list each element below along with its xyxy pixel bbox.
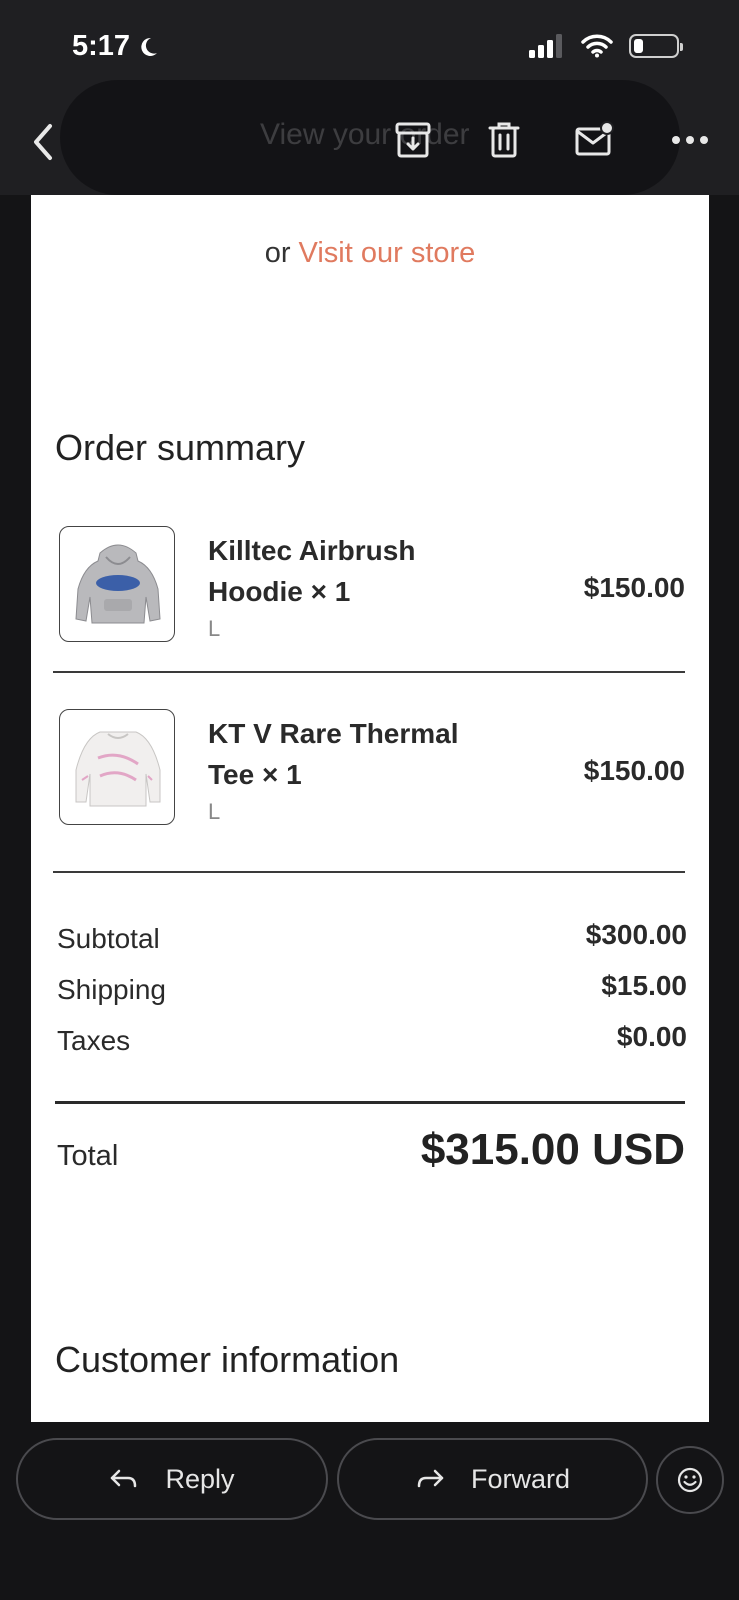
email-subject-faded: View your order: [260, 118, 470, 151]
subtotal-row: Subtotal $300.00: [57, 919, 687, 963]
divider: [55, 1101, 685, 1104]
status-time: 5:17: [72, 30, 160, 63]
order-summary-title: Order summary: [55, 427, 306, 468]
more-options-icon[interactable]: [670, 128, 710, 152]
order-item: Killtec Airbrush Hoodie × 1 L $150.00: [55, 526, 685, 646]
subtotal-value: $300.00: [585, 919, 687, 950]
item-variant: L: [208, 616, 221, 641]
back-button[interactable]: [28, 120, 58, 164]
archive-icon[interactable]: [393, 120, 433, 160]
total-value: $315.00 USD: [420, 1125, 685, 1174]
mark-unread-icon[interactable]: [574, 120, 614, 160]
shipping-value: $15.00: [601, 970, 687, 1001]
subtotal-label: Subtotal: [57, 923, 160, 954]
reply-icon: [111, 1469, 137, 1488]
signal-icon: [529, 34, 562, 58]
item-variant: L: [208, 799, 221, 824]
top-bar: 5:17 View your order: [0, 0, 739, 195]
taxes-row: Taxes $0.00: [57, 1021, 687, 1065]
divider: [53, 871, 685, 873]
visit-store-link[interactable]: Visit our store: [299, 237, 476, 269]
moon-icon: [141, 37, 158, 56]
thermal-tee-thumbnail: [59, 709, 175, 825]
battery-icon: [629, 34, 683, 58]
taxes-label: Taxes: [57, 1025, 131, 1056]
forward-label: Forward: [470, 1463, 571, 1494]
wifi-icon: [581, 34, 613, 58]
reply-button[interactable]: Reply: [16, 1438, 328, 1520]
shipping-row: Shipping $15.00: [57, 970, 687, 1014]
visit-store-line: or Visit our store: [31, 237, 709, 270]
order-item: KT V Rare Thermal Tee × 1 L $150.00: [55, 709, 685, 829]
email-content: or Visit our store Order summary Killtec…: [31, 195, 709, 1422]
total-label: Total: [57, 1140, 119, 1172]
hoodie-thumbnail: [59, 526, 175, 642]
item-price: $150.00: [583, 755, 685, 786]
taxes-value: $0.00: [616, 1021, 687, 1052]
visit-prefix: or: [264, 237, 291, 269]
forward-button[interactable]: Forward: [337, 1438, 648, 1520]
item-name: KT V Rare Thermal Tee × 1: [208, 718, 459, 790]
customer-information-title: Customer information: [55, 1339, 400, 1380]
divider: [53, 671, 685, 673]
smiley-icon: [677, 1467, 703, 1493]
item-price: $150.00: [583, 572, 685, 603]
status-time-text: 5:17: [72, 30, 131, 62]
status-indicators: [529, 34, 683, 58]
reply-label: Reply: [165, 1463, 235, 1494]
forward-icon: [417, 1469, 444, 1488]
emoji-reaction-button[interactable]: [656, 1446, 724, 1514]
item-name: Killtec Airbrush Hoodie × 1: [208, 535, 416, 607]
trash-icon[interactable]: [484, 120, 524, 160]
shipping-label: Shipping: [57, 974, 166, 1005]
